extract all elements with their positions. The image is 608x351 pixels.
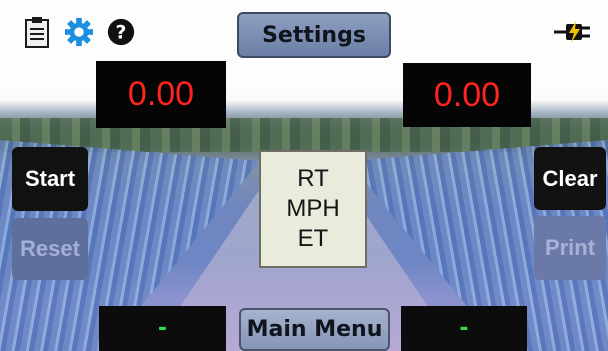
reset-button[interactable]: Reset: [12, 218, 88, 280]
print-button[interactable]: Print: [534, 216, 606, 280]
settings-button-label: Settings: [262, 22, 366, 48]
left-time-display: 0.00: [96, 61, 226, 128]
gear-icon[interactable]: [64, 16, 94, 48]
left-lane-status-value: -: [157, 316, 168, 341]
settings-button[interactable]: Settings: [237, 12, 391, 58]
print-button-label: Print: [544, 235, 596, 260]
clear-button-label: Clear: [542, 165, 598, 191]
right-lane-status: -: [401, 306, 527, 351]
main-menu-button[interactable]: Main Menu: [239, 308, 390, 351]
help-icon[interactable]: ?: [106, 16, 136, 48]
mph-label: MPH: [286, 195, 340, 222]
left-lane-status: -: [99, 306, 226, 351]
right-time-value: 0.00: [433, 75, 501, 114]
main-menu-button-label: Main Menu: [246, 317, 383, 342]
right-lane-status-value: -: [459, 316, 469, 341]
start-button[interactable]: Start: [12, 147, 88, 211]
clear-button[interactable]: Clear: [534, 147, 606, 210]
power-plug-icon: [552, 20, 592, 44]
reset-button-label: Reset: [20, 236, 80, 261]
right-time-display: 0.00: [403, 63, 531, 127]
clipboard-icon[interactable]: [22, 16, 52, 48]
et-label: ET: [297, 225, 329, 252]
metric-labels-panel: RT MPH ET: [259, 150, 367, 268]
start-button-label: Start: [24, 166, 76, 191]
rt-label: RT: [297, 165, 329, 192]
timer-screen: ? Settings 0.00 0.00 Start Reset Clear P…: [0, 0, 608, 351]
left-time-value: 0.00: [127, 75, 195, 113]
svg-text:?: ?: [116, 23, 127, 44]
